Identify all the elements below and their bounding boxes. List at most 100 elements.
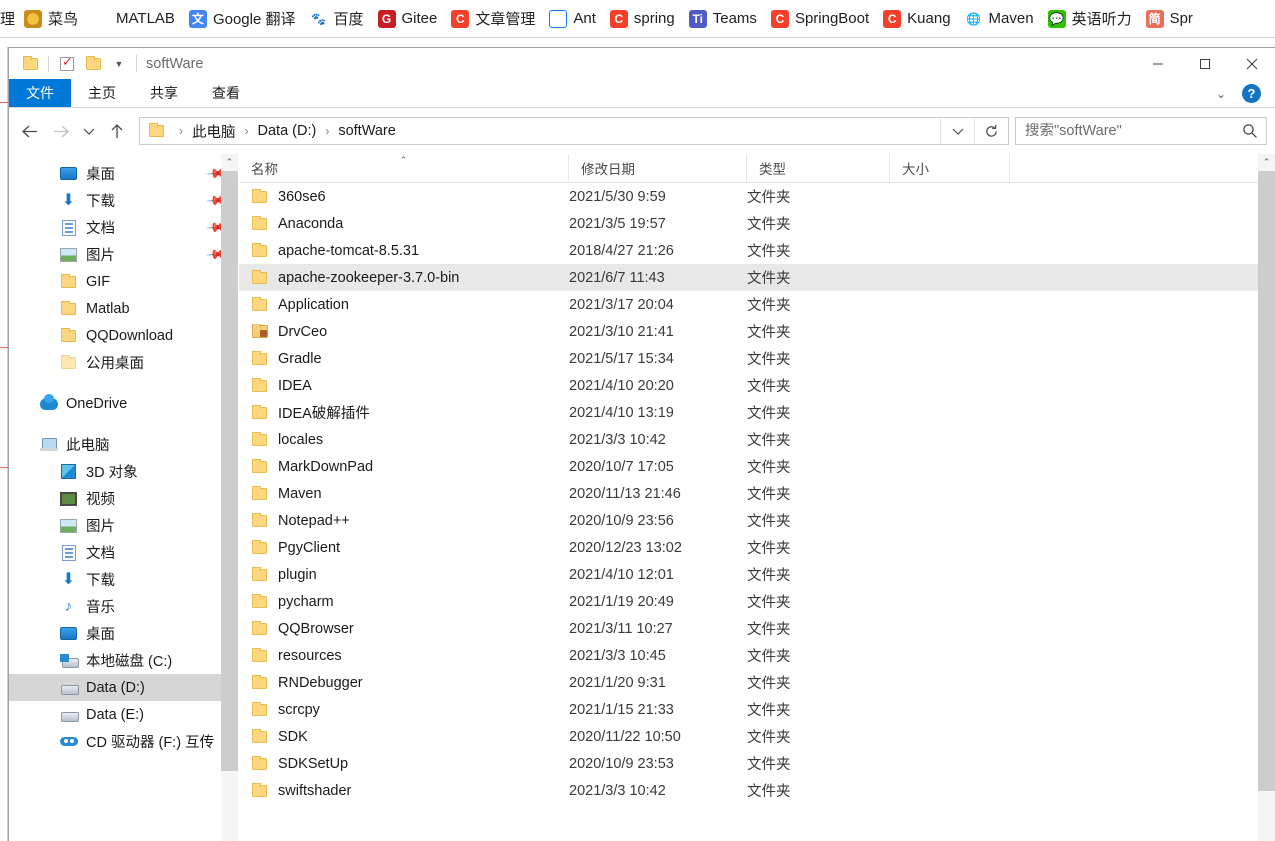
- sidebar-item-pictures-pc[interactable]: 图片: [9, 512, 238, 539]
- nav-pane-scrollbar[interactable]: ⌃: [221, 154, 238, 841]
- file-name-cell[interactable]: Gradle: [239, 350, 569, 367]
- table-row[interactable]: resources 2021/3/3 10:45 文件夹: [239, 642, 1258, 669]
- file-name-cell[interactable]: Application: [239, 296, 569, 313]
- table-row[interactable]: Notepad++ 2020/10/9 23:56 文件夹: [239, 507, 1258, 534]
- scroll-up-icon[interactable]: ⌃: [221, 154, 238, 171]
- properties-checkbox-icon[interactable]: [56, 53, 78, 75]
- file-name-cell[interactable]: apache-tomcat-8.5.31: [239, 242, 569, 259]
- table-row[interactable]: Application 2021/3/17 20:04 文件夹: [239, 291, 1258, 318]
- file-name-cell[interactable]: pycharm: [239, 593, 569, 610]
- table-row[interactable]: IDEA破解插件 2021/4/10 13:19 文件夹: [239, 399, 1258, 426]
- bookmark-teams[interactable]: Ti Teams: [682, 5, 764, 33]
- file-name-cell[interactable]: 360se6: [239, 188, 569, 205]
- bookmark-partial[interactable]: 理: [0, 5, 17, 33]
- bookmark-google-translate[interactable]: 文 Google 翻译: [182, 5, 303, 33]
- forward-arrow-icon[interactable]: [45, 115, 77, 147]
- scroll-up-icon[interactable]: ⌃: [1258, 154, 1275, 171]
- maximize-icon[interactable]: [1181, 48, 1228, 79]
- file-name-cell[interactable]: PgyClient: [239, 539, 569, 556]
- table-row[interactable]: PgyClient 2020/12/23 13:02 文件夹: [239, 534, 1258, 561]
- breadcrumb-item-software[interactable]: softWare: [336, 123, 397, 139]
- column-header-date[interactable]: 修改日期: [569, 154, 747, 182]
- table-row[interactable]: RNDebugger 2021/1/20 9:31 文件夹: [239, 669, 1258, 696]
- table-row[interactable]: SDKSetUp 2020/10/9 23:53 文件夹: [239, 750, 1258, 777]
- breadcrumb-separator[interactable]: ›: [318, 124, 336, 138]
- sidebar-item-data-d[interactable]: Data (D:): [9, 674, 238, 701]
- table-row[interactable]: 360se6 2021/5/30 9:59 文件夹: [239, 183, 1258, 210]
- file-name-cell[interactable]: Anaconda: [239, 215, 569, 232]
- back-arrow-icon[interactable]: [13, 115, 45, 147]
- help-button[interactable]: ?: [1242, 84, 1261, 103]
- tab-file[interactable]: 文件: [9, 79, 71, 107]
- table-row[interactable]: SDK 2020/11/22 10:50 文件夹: [239, 723, 1258, 750]
- table-row[interactable]: Anaconda 2021/3/5 19:57 文件夹: [239, 210, 1258, 237]
- file-name-cell[interactable]: plugin: [239, 566, 569, 583]
- table-row[interactable]: apache-zookeeper-3.7.0-bin 2021/6/7 11:43…: [239, 264, 1258, 291]
- search-input[interactable]: [1016, 123, 1234, 139]
- bookmark-baidu[interactable]: 🐾 百度: [302, 5, 370, 33]
- file-name-cell[interactable]: MarkDownPad: [239, 458, 569, 475]
- table-row[interactable]: DrvCeo 2021/3/10 21:41 文件夹: [239, 318, 1258, 345]
- bookmark-gitee[interactable]: G Gitee: [371, 5, 445, 33]
- refresh-icon[interactable]: [974, 118, 1008, 144]
- breadcrumb-item-data-d[interactable]: Data (D:): [256, 123, 319, 139]
- bookmark-maven[interactable]: 🌐 Maven: [958, 5, 1041, 33]
- sidebar-item-local-disk-c[interactable]: 本地磁盘 (C:): [9, 647, 238, 674]
- bookmark-matlab[interactable]: ◣ MATLAB: [85, 5, 182, 33]
- file-name-cell[interactable]: IDEA破解插件: [239, 402, 569, 423]
- sidebar-item-this-pc[interactable]: 此电脑: [9, 431, 238, 458]
- bookmark-ant[interactable]: A Ant: [542, 5, 603, 33]
- file-name-cell[interactable]: RNDebugger: [239, 674, 569, 691]
- tab-view[interactable]: 查看: [195, 79, 257, 107]
- file-name-cell[interactable]: scrcpy: [239, 701, 569, 718]
- table-row[interactable]: swiftshader 2021/3/3 10:42 文件夹: [239, 777, 1258, 804]
- search-icon[interactable]: [1234, 123, 1266, 139]
- new-folder-icon[interactable]: [82, 53, 104, 75]
- table-row[interactable]: IDEA 2021/4/10 20:20 文件夹: [239, 372, 1258, 399]
- table-row[interactable]: Maven 2020/11/13 21:46 文件夹: [239, 480, 1258, 507]
- file-list-scrollbar[interactable]: ⌃: [1258, 154, 1275, 841]
- sidebar-item-gif[interactable]: GIF: [9, 268, 238, 295]
- sidebar-item-downloads-pc[interactable]: ⬇ 下载: [9, 566, 238, 593]
- bookmark-english-listening[interactable]: 💬 英语听力: [1041, 5, 1139, 33]
- sidebar-item-music[interactable]: ♪ 音乐: [9, 593, 238, 620]
- file-name-cell[interactable]: locales: [239, 431, 569, 448]
- column-header-type[interactable]: 类型: [747, 154, 890, 182]
- up-arrow-icon[interactable]: [101, 115, 133, 147]
- address-bar[interactable]: › 此电脑 › Data (D:) › softWare: [139, 117, 1009, 145]
- bookmark-article-manage[interactable]: C 文章管理: [444, 5, 542, 33]
- file-name-cell[interactable]: IDEA: [239, 377, 569, 394]
- sidebar-item-desktop[interactable]: 桌面 📌: [9, 160, 238, 187]
- sidebar-item-desktop-pc[interactable]: 桌面: [9, 620, 238, 647]
- file-name-cell[interactable]: QQBrowser: [239, 620, 569, 637]
- scrollbar-thumb[interactable]: [1258, 171, 1275, 791]
- tab-share[interactable]: 共享: [133, 79, 195, 107]
- table-row[interactable]: Gradle 2021/5/17 15:34 文件夹: [239, 345, 1258, 372]
- sidebar-item-pictures[interactable]: 图片 📌: [9, 241, 238, 268]
- table-row[interactable]: pycharm 2021/1/19 20:49 文件夹: [239, 588, 1258, 615]
- sidebar-item-qqdownload[interactable]: QQDownload: [9, 322, 238, 349]
- file-name-cell[interactable]: swiftshader: [239, 782, 569, 799]
- table-row[interactable]: apache-tomcat-8.5.31 2018/4/27 21:26 文件夹: [239, 237, 1258, 264]
- sidebar-item-3d-objects[interactable]: 3D 对象: [9, 458, 238, 485]
- minimize-icon[interactable]: [1134, 48, 1181, 79]
- file-name-cell[interactable]: SDKSetUp: [239, 755, 569, 772]
- file-name-cell[interactable]: DrvCeo: [239, 323, 569, 340]
- tab-home[interactable]: 主页: [71, 79, 133, 107]
- sidebar-item-documents[interactable]: 文档 📌: [9, 214, 238, 241]
- folder-icon[interactable]: [19, 53, 41, 75]
- column-header-name[interactable]: 名称 ⌃: [239, 154, 569, 182]
- sidebar-item-videos[interactable]: 视频: [9, 485, 238, 512]
- breadcrumb-item-this-pc[interactable]: 此电脑: [190, 121, 238, 142]
- chevron-down-icon[interactable]: ⌄: [1210, 87, 1232, 101]
- bookmark-spring[interactable]: C spring: [603, 5, 682, 33]
- file-name-cell[interactable]: Notepad++: [239, 512, 569, 529]
- address-dropdown-icon[interactable]: [940, 118, 974, 144]
- file-name-cell[interactable]: Maven: [239, 485, 569, 502]
- bookmark-springboot[interactable]: C SpringBoot: [764, 5, 876, 33]
- file-name-cell[interactable]: resources: [239, 647, 569, 664]
- bookmark-kuang[interactable]: C Kuang: [876, 5, 957, 33]
- sidebar-item-cd-drive-f[interactable]: CD 驱动器 (F:) 互传: [9, 728, 238, 755]
- bookmark-jianshu[interactable]: 简 Spr: [1139, 5, 1200, 33]
- bookmark-cainiao[interactable]: 菜鸟: [17, 5, 85, 33]
